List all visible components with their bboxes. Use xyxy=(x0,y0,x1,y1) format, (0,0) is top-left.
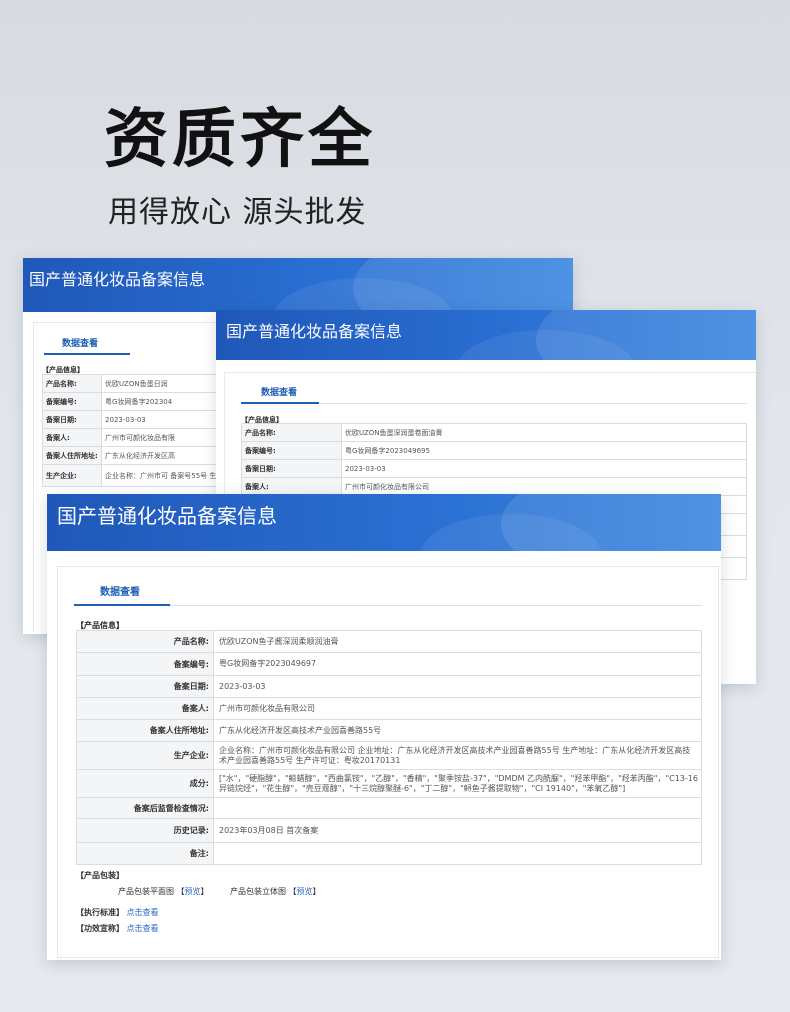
packaging-3d-label: 产品包装立体图 xyxy=(230,887,286,896)
front-card-banner: 国产普通化妆品备案信息 xyxy=(47,494,721,551)
efficacy-view-link[interactable]: 点击查看 xyxy=(127,924,159,933)
standard-row: 【执行标准】 点击查看 xyxy=(76,907,159,918)
row-label: 备案人: xyxy=(76,697,214,720)
packaging-label: 【产品包装】 xyxy=(76,871,124,880)
banner-title: 国产普通化妆品备案信息 xyxy=(29,270,206,289)
packaging-3d-row: 产品包装立体图 【预览】 xyxy=(230,887,321,896)
row-label: 备案编号: xyxy=(241,441,342,460)
row-value: 粤G妆网备字2023049695 xyxy=(341,441,747,460)
tab-underline xyxy=(74,604,170,606)
row-value: 广州市可颜化妆品有限公司 xyxy=(213,697,702,720)
front-record-card: 国产普通化妆品备案信息 数据查看 【产品信息】 产品名称: 优欧UZON鱼子酱深润… xyxy=(47,494,721,960)
section-packaging: 【产品包装】 xyxy=(76,870,124,881)
row-label: 历史记录: xyxy=(76,818,214,843)
row-label: 备案编号: xyxy=(76,652,214,676)
row-value: 粤G妆网备字2023049697 xyxy=(213,652,702,676)
row-value: 2023-03-03 xyxy=(213,675,702,698)
banner-title: 国产普通化妆品备案信息 xyxy=(57,504,277,528)
tab-data-view[interactable]: 数据查看 xyxy=(100,583,140,598)
banner-title: 国产普通化妆品备案信息 xyxy=(226,322,403,341)
standard-label: 【执行标准】 xyxy=(76,908,124,917)
row-value xyxy=(213,842,702,865)
row-label: 备案人: xyxy=(41,428,103,447)
back-info-table: 产品名称: 优欧UZON鱼蛋日润 备案编号: 粤G妆网备字202304 备案日期: 2… xyxy=(41,374,242,487)
packaging-flat-label: 产品包装平面图 xyxy=(118,887,174,896)
row-value: 优欧UZON鱼子酱深润柔顺润油膏 xyxy=(213,630,702,653)
tab-underline xyxy=(44,353,130,355)
row-value: 2023-03-03 xyxy=(341,459,747,478)
tab-rule xyxy=(319,403,747,404)
row-value xyxy=(213,797,702,819)
packaging-flat-row: 产品包装平面图 【预览】 xyxy=(118,887,209,896)
preview-flat-link[interactable]: 预览 xyxy=(185,887,201,896)
row-value: 广东从化经济开发区高技术产业园喜善路55号 xyxy=(213,719,702,742)
efficacy-row: 【功效宣称】 点击查看 xyxy=(76,923,159,934)
row-label: 备案日期: xyxy=(241,459,342,478)
row-value: ["水"，"硬脂醇"，"鲸蜡醇"，"西曲氯铵"，"乙醇"，"香精"，"聚季铵盐-… xyxy=(213,769,702,798)
efficacy-label: 【功效宣称】 xyxy=(76,924,124,933)
row-label: 备案人: xyxy=(241,477,342,496)
row-label: 备案人住所地址: xyxy=(76,719,214,742)
back-card-banner: 国产普通化妆品备案信息 xyxy=(23,258,573,312)
row-label: 备案人住所地址: xyxy=(41,446,103,465)
row-label: 备案编号: xyxy=(41,392,103,411)
row-value: 优欧UZON鱼蛋深润蛋卷面油膏 xyxy=(341,423,747,442)
row-value: 广州市可颜化妆品有限公司 xyxy=(341,477,747,496)
standard-view-link[interactable]: 点击查看 xyxy=(127,908,159,917)
row-label: 产品名称: xyxy=(41,374,103,393)
hero-subtitle: 用得放心 源头批发 xyxy=(108,195,367,230)
tab-rule xyxy=(170,605,702,606)
front-info-table: 产品名称: 优欧UZON鱼子酱深润柔顺润油膏 备案编号: 粤G妆网备字2023049… xyxy=(76,630,702,865)
row-label: 生产企业: xyxy=(76,741,214,770)
preview-3d-link[interactable]: 预览 xyxy=(297,887,313,896)
row-label: 备案日期: xyxy=(76,675,214,698)
row-label: 产品名称: xyxy=(76,630,214,653)
tab-data-view[interactable]: 数据查看 xyxy=(261,385,297,398)
tab-underline xyxy=(241,402,319,404)
row-label: 产品名称: xyxy=(241,423,342,442)
row-value: 企业名称：广州市可颜化妆品有限公司 企业地址：广东从化经济开发区高技术产业园喜善… xyxy=(213,741,702,770)
hero-title: 资质齐全 xyxy=(104,103,376,177)
row-value: 2023年03月08日 首次备案 xyxy=(213,818,702,843)
row-label: 生产企业: xyxy=(41,464,103,487)
middle-card-banner: 国产普通化妆品备案信息 xyxy=(216,310,756,360)
tab-data-view[interactable]: 数据查看 xyxy=(62,336,98,349)
row-label: 备案后监督检查情况: xyxy=(76,797,214,819)
front-card-panel: 数据查看 【产品信息】 产品名称: 优欧UZON鱼子酱深润柔顺润油膏 备案编号: 粤… xyxy=(57,566,719,958)
row-label: 成分: xyxy=(76,769,214,798)
row-label: 备注: xyxy=(76,842,214,865)
row-label: 备案日期: xyxy=(41,410,103,429)
